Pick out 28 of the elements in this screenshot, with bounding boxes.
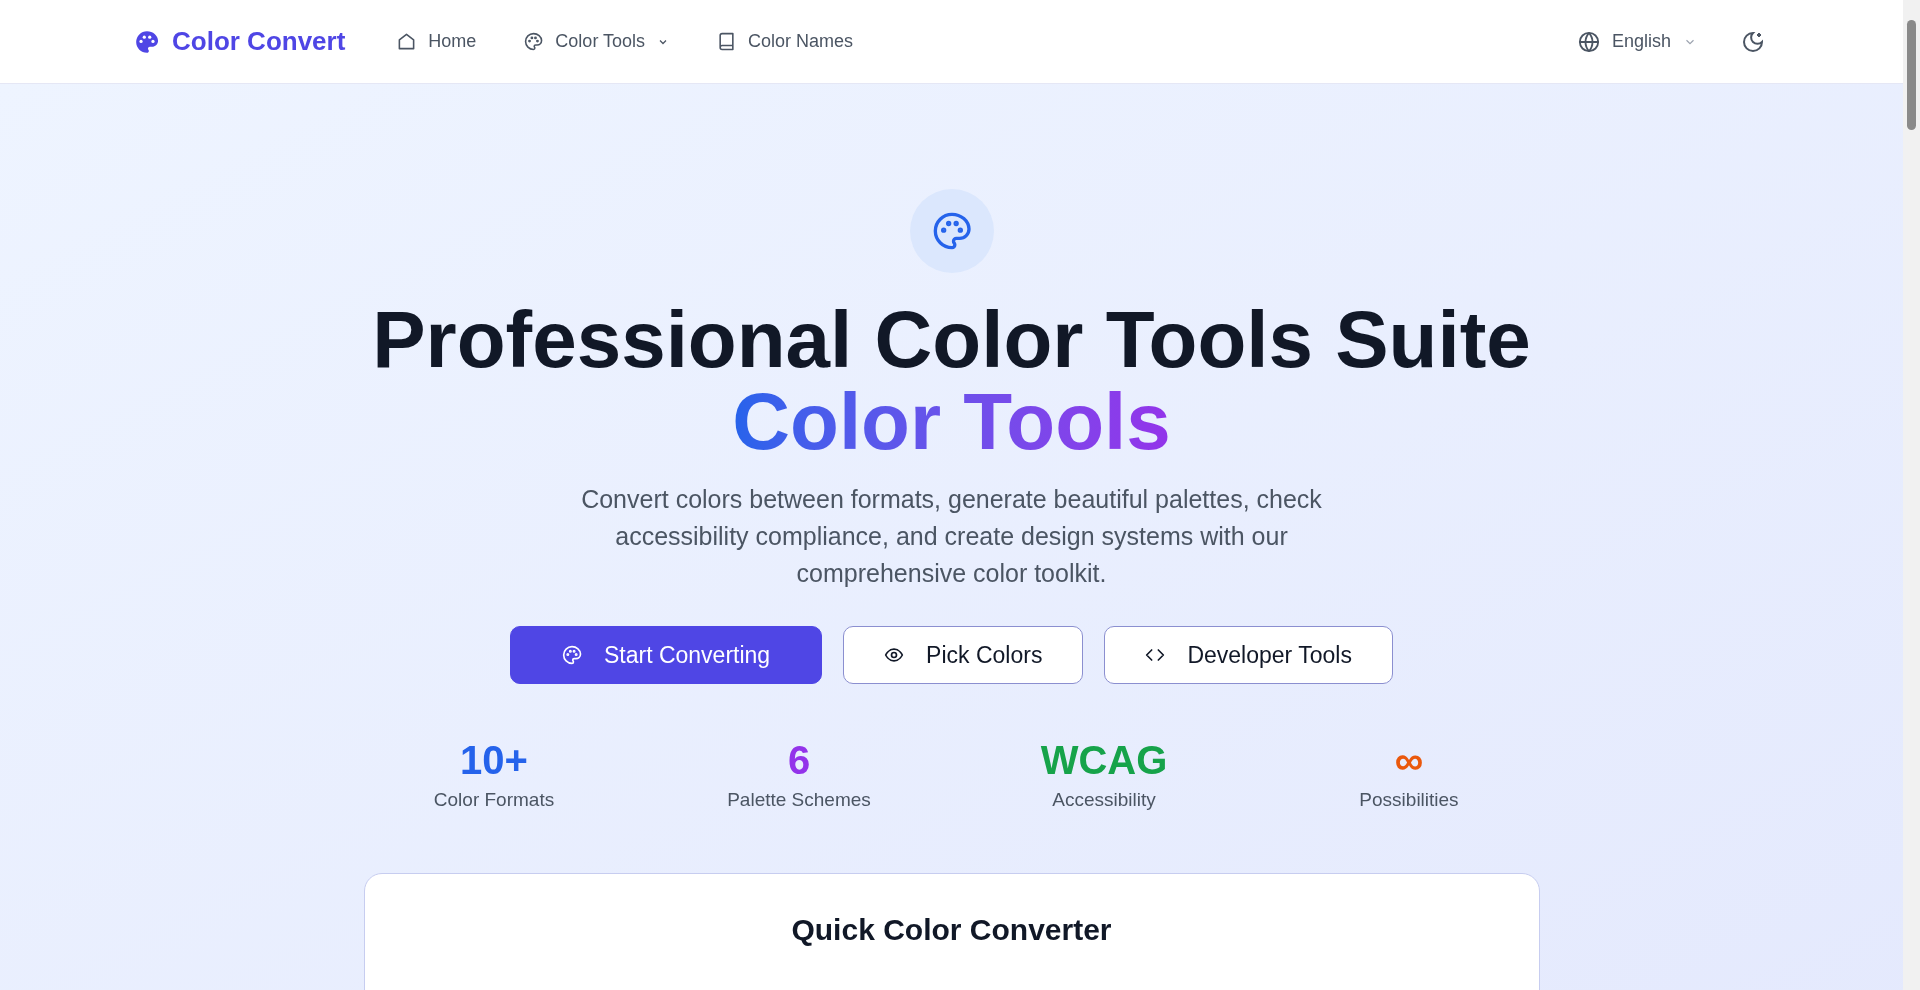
stat-label: Possibilities [1359,788,1459,812]
hero-subtitle: Convert colors between formats, generate beautiful palettes, check accessibility compliance, and create design systems with our comprehensive color toolkit. [580,484,1323,589]
palette-icon [524,32,544,51]
nav-link[interactable]: Color Names [717,28,854,55]
eye-icon [884,645,905,665]
converter-title: Quick Color Converter [791,911,1112,948]
moon-icon [1741,29,1765,54]
stat-label: Palette Schemes [727,788,871,812]
hero-title: Professional Color Tools Suite [372,299,1531,381]
stat-label: Accessibility [1052,788,1156,812]
action-button[interactable]: Developer Tools [1104,626,1393,684]
nav-link[interactable]: Color Tools [524,28,670,55]
palette-icon [561,645,582,665]
scrollbar[interactable] [1903,0,1920,990]
stat-value: 6 [787,737,811,784]
action-button[interactable]: Pick Colors [843,626,1084,684]
book-icon [717,32,737,51]
stat-label: Color Formats [433,788,555,812]
action-button[interactable]: Start Converting [510,626,823,684]
stat-value: 10+ [460,737,528,784]
stat-value: ∞ [1394,737,1424,784]
home-icon [397,32,417,51]
stat-value: WCAG [1040,737,1168,784]
nav-link[interactable]: Home [397,28,477,55]
brand-link[interactable]: Color Convert [172,22,346,61]
language-selector[interactable]: English [1577,28,1697,55]
globe-icon [1577,30,1600,53]
palette-icon [134,28,160,55]
